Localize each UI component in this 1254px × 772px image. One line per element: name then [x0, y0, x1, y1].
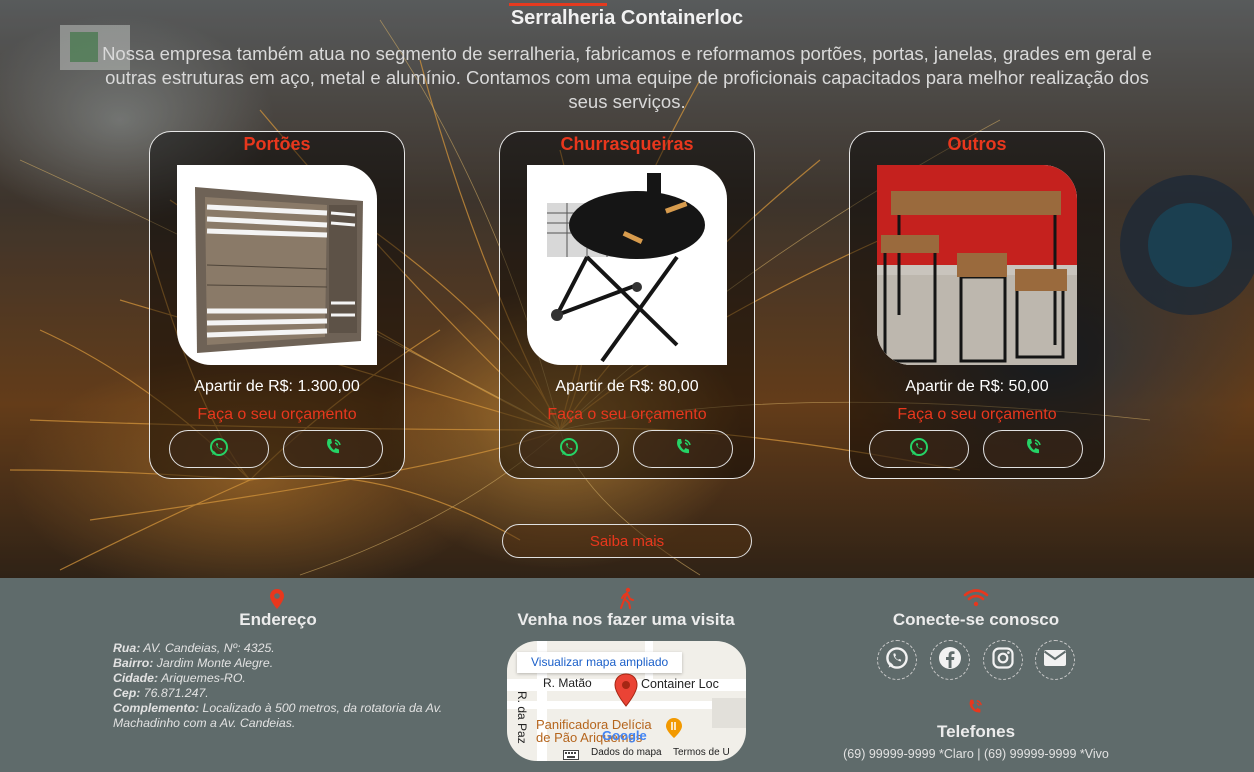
cep-label: Cep: — [113, 686, 141, 700]
map-terms-link[interactable]: Termos de U — [673, 747, 730, 758]
whatsapp-button[interactable] — [869, 430, 969, 468]
card-quote-label: Faça o seu orçamento — [547, 406, 707, 423]
hero-description: Nossa empresa também atua no segmento de… — [102, 43, 1152, 112]
phone-call-button[interactable] — [283, 430, 383, 468]
google-logo: Google — [602, 728, 647, 743]
street-label: R. Matão — [543, 676, 592, 690]
card-title: Portões — [243, 134, 311, 154]
email-icon — [1043, 648, 1067, 673]
phone-call-button[interactable] — [983, 430, 1083, 468]
footer: Endereço Rua: AV. Candeias, Nº: 4325. Ba… — [0, 578, 1254, 772]
location-map[interactable]: Visualizar mapa ampliado R. Matão R. da … — [507, 641, 746, 761]
bairro-value: Jardim Monte Alegre. — [156, 656, 274, 670]
keyboard-icon[interactable] — [563, 747, 579, 761]
title-accent-line — [509, 3, 607, 6]
bairro-label: Bairro: — [113, 656, 154, 670]
email-social-button[interactable] — [1035, 640, 1075, 680]
whatsapp-icon — [559, 437, 579, 462]
cidade-label: Cidade: — [113, 671, 159, 685]
facebook-social-button[interactable] — [930, 640, 970, 680]
card-quote-label: Faça o seu orçamento — [197, 406, 357, 423]
phone-numbers: (69) 99999-9999 *Claro | (69) 99999-9999… — [843, 747, 1109, 761]
whatsapp-button[interactable] — [519, 430, 619, 468]
hero-section: Serralheria Containerloc Nossa empresa t… — [0, 0, 1254, 578]
connect-heading: Conecte-se conosco — [892, 610, 1060, 629]
phone-icon — [673, 437, 693, 462]
whatsapp-icon — [885, 646, 909, 675]
barbecue-grill-image — [527, 165, 727, 365]
phone-icon — [323, 437, 343, 462]
address-heading: Endereço — [239, 610, 317, 629]
table-and-stools-image — [877, 165, 1077, 365]
visit-heading: Venha nos fazer uma visita — [517, 610, 735, 629]
rua-value: AV. Candeias, Nº: 4325. — [143, 641, 275, 655]
product-card-outros: Outros Apartir de R$: 50,00 Faça o seu o… — [849, 131, 1105, 479]
instagram-social-button[interactable] — [983, 640, 1023, 680]
map-marker-icon[interactable] — [613, 673, 639, 712]
card-price: Apartir de R$: 50,00 — [905, 378, 1049, 395]
instagram-icon — [991, 646, 1015, 675]
page-title: Serralheria Containerloc — [510, 7, 744, 29]
phone-call-button[interactable] — [633, 430, 733, 468]
phones-heading: Telefones — [936, 722, 1016, 741]
whatsapp-icon — [909, 437, 929, 462]
card-quote-label: Faça o seu orçamento — [897, 406, 1057, 423]
phone-icon — [1023, 437, 1043, 462]
place-label: Container Loc — [641, 677, 719, 691]
saiba-mais-button[interactable]: Saiba mais — [502, 524, 752, 558]
whatsapp-button[interactable] — [169, 430, 269, 468]
card-title: Outros — [947, 134, 1007, 154]
whatsapp-icon — [209, 437, 229, 462]
product-card-portoes: Portões Apartir de R$: 1.300,00 Faça o s… — [149, 131, 405, 479]
rua-label: Rua: — [113, 641, 141, 655]
facebook-icon — [938, 646, 962, 675]
card-price: Apartir de R$: 1.300,00 — [194, 378, 360, 395]
product-card-churrasqueiras: Churrasqueiras Apartir de R$: 80,00 Faça… — [499, 131, 755, 479]
phone-icon — [966, 698, 984, 721]
view-larger-map-link[interactable]: Visualizar mapa ampliado — [517, 652, 683, 673]
wifi-icon — [963, 589, 989, 612]
address-block: Rua: AV. Candeias, Nº: 4325. Bairro: Jar… — [113, 641, 463, 731]
map-data-link[interactable]: Dados do mapa — [591, 747, 662, 758]
card-title: Churrasqueiras — [560, 134, 694, 154]
cidade-value: Ariquemes-RO. — [161, 671, 246, 685]
restaurant-icon — [665, 717, 683, 744]
cep-value: 76.871.247. — [143, 686, 209, 700]
gate-image — [177, 165, 377, 365]
whatsapp-social-button[interactable] — [877, 640, 917, 680]
card-price: Apartir de R$: 80,00 — [555, 378, 699, 395]
complemento-label: Complemento: — [113, 701, 200, 715]
street-label-vertical: R. da Paz — [515, 691, 529, 744]
